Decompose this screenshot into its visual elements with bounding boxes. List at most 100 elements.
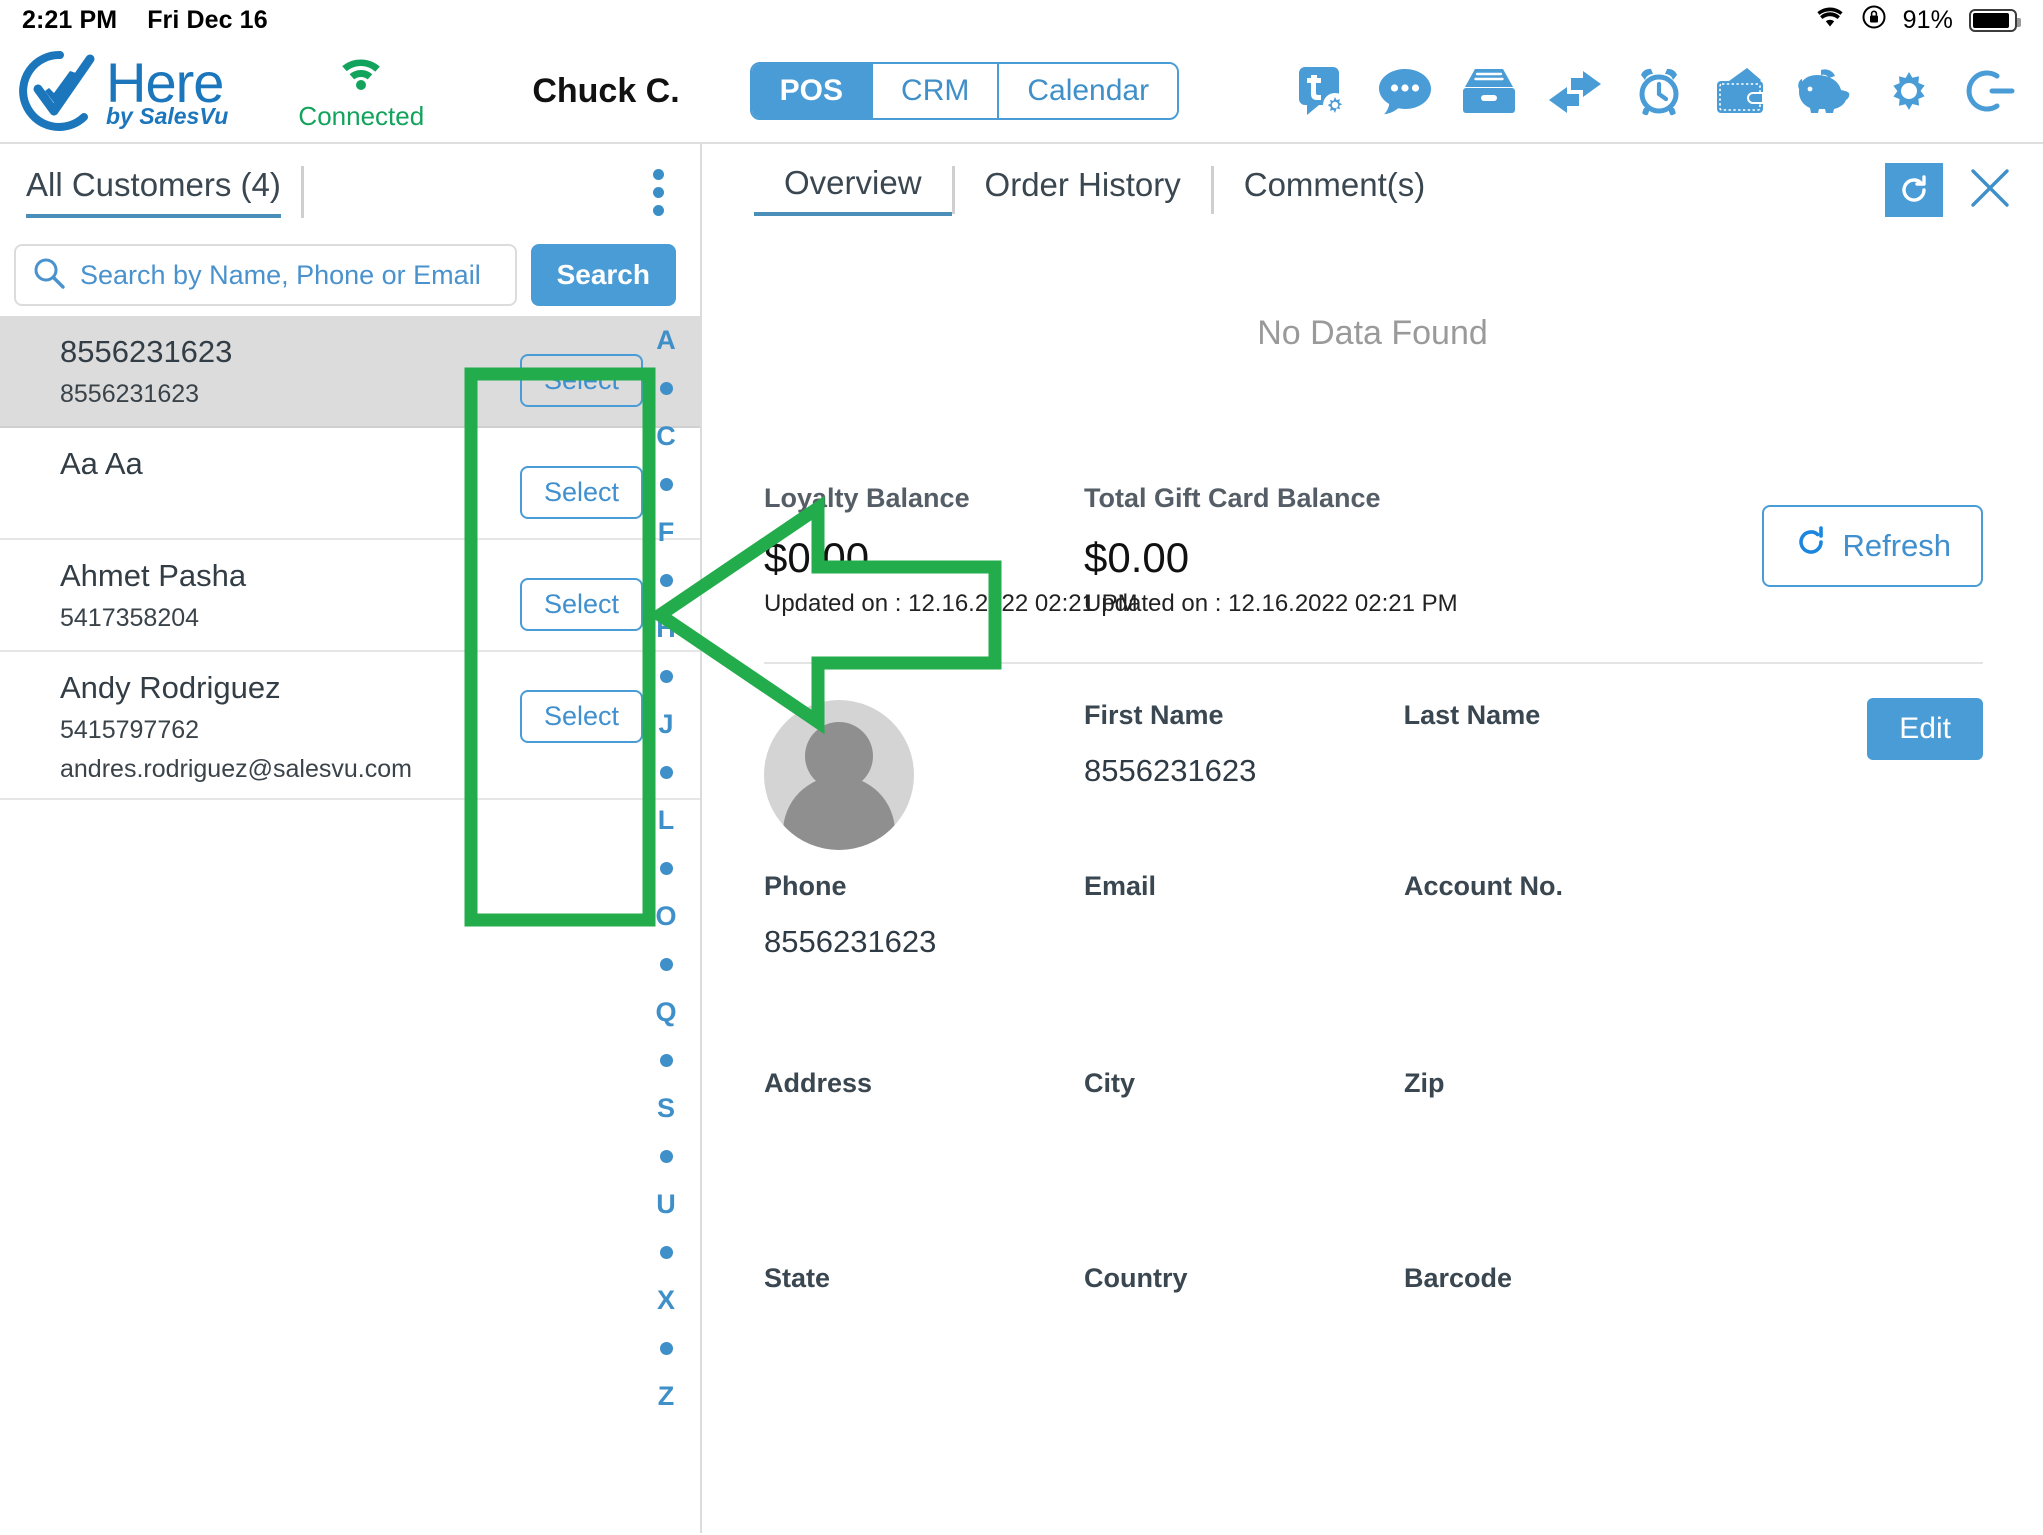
logout-icon[interactable] — [1963, 64, 2017, 118]
logged-in-user-name: Chuck C. — [532, 71, 680, 110]
connection-status: Connected — [286, 50, 436, 132]
tab-pos[interactable]: POS — [751, 64, 874, 118]
customer-email: andres.rodriguez@salesvu.com — [60, 755, 412, 783]
select-button-2[interactable]: Select — [520, 578, 644, 631]
search-input-wrapper[interactable] — [14, 244, 517, 306]
alpha-dot-3[interactable] — [638, 556, 694, 604]
customer-info: Ahmet Pasha 5417358204 — [0, 558, 520, 633]
refresh-icon[interactable] — [1885, 163, 1943, 217]
field-label: Address — [764, 1068, 873, 1098]
all-customers-tab[interactable]: All Customers (4) — [26, 166, 281, 218]
customer-row-3[interactable]: Andy Rodriguez 5415797762 andres.rodrigu… — [0, 652, 700, 800]
chat-bubble-icon[interactable] — [1377, 65, 1433, 117]
gear-icon[interactable] — [1883, 65, 1935, 117]
alpha-o[interactable]: O — [638, 892, 694, 940]
alarm-clock-icon[interactable] — [1633, 65, 1685, 117]
alpha-s[interactable]: S — [638, 1084, 694, 1132]
wallet-icon[interactable] — [1713, 65, 1769, 117]
loyalty-balance-label: Loyalty Balance — [764, 483, 970, 513]
field-value — [1084, 924, 1404, 958]
alpha-dot-10[interactable] — [638, 1228, 694, 1276]
alpha-dot-6[interactable] — [638, 844, 694, 892]
alpha-j[interactable]: J — [638, 700, 694, 748]
field-value: 8556231623 — [1084, 753, 1257, 788]
status-time: 2:21 PM — [22, 5, 118, 34]
alpha-dot-11[interactable] — [638, 1324, 694, 1372]
field-label: Country — [1084, 1263, 1188, 1293]
field-zip: Zip — [1404, 1068, 2043, 1155]
header-divider — [300, 166, 304, 218]
alpha-z[interactable]: Z — [638, 1372, 694, 1420]
status-right-cluster: 91% — [1815, 4, 2021, 37]
field-city: City — [1084, 1068, 1404, 1155]
customer-phone: 8556231623 — [60, 380, 200, 408]
ticket-settings-icon[interactable] — [1293, 63, 1349, 119]
edit-button[interactable]: Edit — [1867, 698, 1983, 760]
file-drawer-icon[interactable] — [1461, 65, 1517, 117]
wifi-signal-icon — [330, 59, 392, 98]
no-data-message: No Data Found — [1257, 314, 1488, 352]
field-phone: Phone 8556231623 — [764, 871, 1084, 960]
tab-comments[interactable]: Comment(s) — [1214, 166, 1456, 214]
customer-phone: 5415797762 — [60, 716, 200, 744]
tab-overview[interactable]: Overview — [754, 164, 952, 216]
alpha-dot-1[interactable] — [638, 364, 694, 412]
select-button-0[interactable]: Select — [520, 354, 644, 407]
customer-name: Andy Rodriguez — [60, 670, 281, 705]
close-icon[interactable] — [1967, 165, 2013, 216]
connection-status-label: Connected — [298, 101, 425, 131]
field-last-name: Last Name — [1404, 700, 1724, 789]
alpha-l[interactable]: L — [638, 796, 694, 844]
alpha-dot-2[interactable] — [638, 460, 694, 508]
alpha-h[interactable]: H — [638, 604, 694, 652]
search-button[interactable]: Search — [530, 244, 676, 306]
customer-row-2[interactable]: Ahmet Pasha 5417358204 Select — [0, 540, 700, 652]
select-button-3[interactable]: Select — [520, 690, 644, 743]
refresh-circle-icon — [1794, 525, 1828, 567]
customer-name: Ahmet Pasha — [60, 558, 247, 593]
tab-calendar[interactable]: Calendar — [999, 64, 1178, 118]
piggy-bank-icon[interactable] — [1797, 67, 1855, 115]
main-body: All Customers (4) Search 8556231623 8556… — [0, 144, 2043, 1533]
gift-card-balance-label: Total Gift Card Balance — [1084, 483, 1381, 513]
customer-row-1[interactable]: Aa Aa Select — [0, 428, 700, 540]
field-label: Email — [1084, 871, 1157, 901]
alpha-x[interactable]: X — [638, 1276, 694, 1324]
select-button-1[interactable]: Select — [520, 466, 644, 519]
avatar — [764, 700, 914, 850]
alpha-u[interactable]: U — [638, 1180, 694, 1228]
alpha-f[interactable]: F — [638, 508, 694, 556]
mode-switcher: POS CRM Calendar — [749, 62, 1180, 120]
alpha-dot-5[interactable] — [638, 748, 694, 796]
loyalty-balance-updated: Updated on : 12.16.2022 02:21 PM — [764, 590, 1138, 617]
tab-crm[interactable]: CRM — [873, 64, 1000, 118]
field-state: State — [764, 1263, 1084, 1350]
gift-card-balance-value: $0.00 — [1084, 534, 1190, 581]
wifi-icon — [1815, 6, 1845, 35]
refresh-button[interactable]: Refresh — [1762, 505, 1983, 587]
customer-name: Aa Aa — [60, 446, 143, 481]
alphabet-index[interactable]: A C F H J L O Q S U X Z — [638, 316, 694, 1420]
search-input[interactable] — [80, 259, 499, 291]
customer-list-header: All Customers (4) — [0, 144, 700, 240]
profile-fields-row2: Phone 8556231623 Email Account No. Addre… — [702, 871, 2043, 1458]
transfer-arrows-icon[interactable] — [1545, 67, 1605, 115]
alpha-q[interactable]: Q — [638, 988, 694, 1036]
app-header: Here by SalesVu Connected Chuck C. POS C… — [0, 40, 2043, 144]
customer-row-0[interactable]: 8556231623 8556231623 Select — [0, 316, 700, 428]
more-options-icon[interactable] — [639, 161, 678, 224]
app-logo[interactable]: Here by SalesVu — [18, 49, 228, 133]
customer-list: 8556231623 8556231623 Select Aa Aa Selec… — [0, 316, 700, 1533]
field-first-name: First Name 8556231623 — [1084, 700, 1404, 789]
battery-percent: 91% — [1902, 5, 1953, 34]
alpha-dot-7[interactable] — [638, 940, 694, 988]
alpha-dot-4[interactable] — [638, 652, 694, 700]
alpha-dot-8[interactable] — [638, 1036, 694, 1084]
alpha-c[interactable]: C — [638, 412, 694, 460]
alpha-a[interactable]: A — [638, 316, 694, 364]
tab-order-history[interactable]: Order History — [955, 166, 1211, 214]
field-label: Barcode — [1404, 1263, 1513, 1293]
gift-card-balance-updated: Updated on : 12.16.2022 02:21 PM — [1084, 590, 1458, 617]
alpha-dot-9[interactable] — [638, 1132, 694, 1180]
status-date: Fri Dec 16 — [147, 5, 268, 34]
